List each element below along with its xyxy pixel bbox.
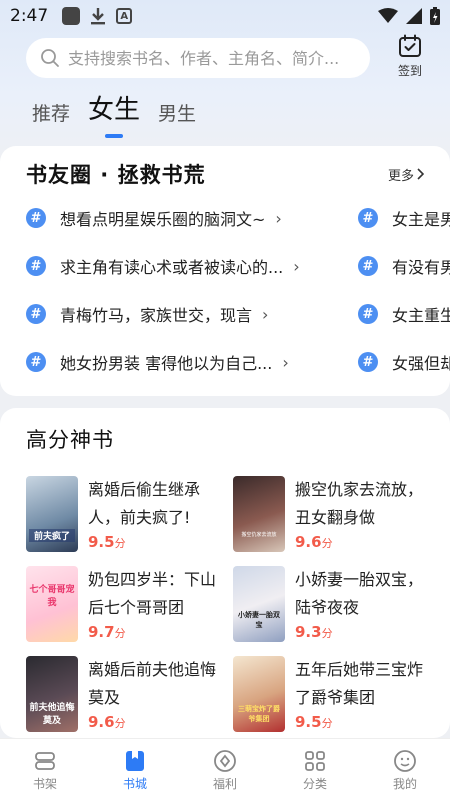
search-bar[interactable] — [26, 38, 370, 78]
topic-text: 想看点明星娱乐圈的脑洞文~ — [60, 210, 266, 229]
bookstore-icon — [126, 751, 144, 771]
book-cover: 前夫他追悔莫及 — [26, 656, 78, 732]
text-app-icon: A — [116, 8, 133, 24]
book-item[interactable]: 三萌宝炸了爵爷集团 五年后她带三宝炸了爵爷集团 9.5分 — [233, 656, 433, 736]
tab-recommend[interactable]: 推荐 — [32, 99, 70, 132]
book-score: 9.3分 — [295, 623, 333, 641]
cover-title-text: 搬空仇家去流放 — [241, 532, 277, 538]
hashtag-icon: # — [358, 208, 378, 228]
nav-bookstore[interactable]: 书城 — [90, 739, 180, 800]
cover-title-text: 前夫疯了 — [29, 529, 75, 542]
cover-title-text: 小娇妻一胎双宝 — [238, 611, 280, 629]
signal-icon — [406, 8, 422, 24]
nav-label: 福利 — [212, 777, 237, 791]
book-cover: 搬空仇家去流放 — [233, 476, 285, 552]
book-item[interactable]: 搬空仇家去流放 搬空仇家去流放，丑女翻身做 9.6分 — [233, 476, 433, 556]
bottom-nav: 书架 书城 福利 分类 我的 — [0, 738, 450, 800]
nav-label: 分类 — [302, 777, 327, 791]
topic-text: 青梅竹马，家族世交，现言 — [60, 306, 253, 325]
book-score: 9.7分 — [88, 623, 126, 641]
topic-text: 有没有男 — [392, 258, 450, 277]
topic-item[interactable]: # 女强但却 — [358, 348, 450, 376]
cover-title-text: 七个哥哥宠我 — [29, 585, 75, 608]
nav-label: 书架 — [32, 777, 57, 791]
more-button[interactable]: 更多 — [388, 165, 424, 184]
book-circle-card: 书友圈 · 拯救书荒 更多 # 想看点明星娱乐圈的脑洞文~ › # 女主是男 #… — [0, 146, 450, 396]
chevron-right-icon: › — [262, 304, 269, 324]
cover-title-text: 三萌宝炸了爵爷集团 — [238, 705, 280, 723]
topic-item[interactable]: # 求主角有读心术或者被读心的... › — [26, 252, 300, 280]
checkin-label: 签到 — [397, 64, 422, 78]
book-title: 奶包四岁半：下山后七个哥哥团 — [88, 570, 217, 617]
cover-title-text: 前夫他追悔莫及 — [29, 703, 75, 726]
topic-text: 女主是男 — [392, 210, 450, 229]
topic-text: 女主重生 — [392, 306, 450, 325]
nav-label: 我的 — [392, 777, 417, 791]
chevron-right-icon: › — [282, 352, 289, 372]
status-time: 2:47 — [10, 6, 49, 26]
status-bar: 2:47 A — [0, 0, 450, 32]
chevron-right-icon: › — [275, 208, 282, 228]
nav-profile[interactable]: 我的 — [360, 739, 450, 800]
book-title: 搬空仇家去流放，丑女翻身做 — [295, 480, 424, 527]
search-icon — [41, 49, 59, 67]
checkin-button[interactable]: 签到 — [390, 34, 430, 80]
tab-female[interactable]: 女生 — [88, 89, 140, 132]
hashtag-icon: # — [26, 304, 46, 324]
book-cover: 七个哥哥宠我 — [26, 566, 78, 642]
hashtag-icon: # — [358, 304, 378, 324]
top-books-title: 高分神书 — [26, 428, 114, 452]
chevron-right-icon: › — [293, 256, 300, 276]
channel-tabs: 推荐 女生 男生 — [32, 92, 196, 132]
book-score: 9.6分 — [88, 713, 126, 731]
hashtag-icon: # — [358, 352, 378, 372]
nav-label: 书城 — [122, 777, 147, 791]
welfare-icon — [214, 750, 236, 772]
book-title: 小娇妻一胎双宝，陆爷夜夜 — [295, 570, 424, 617]
book-cover: 前夫疯了 — [26, 476, 78, 552]
book-title: 离婚后偷生继承人，前夫疯了! — [88, 480, 201, 527]
topic-item[interactable]: # 她女扮男装 害得他以为自己... › — [26, 348, 289, 376]
book-cover: 三萌宝炸了爵爷集团 — [233, 656, 285, 732]
topic-text: 女强但却 — [392, 354, 450, 373]
book-title: 五年后她带三宝炸了爵爷集团 — [295, 660, 424, 707]
topic-text: 她女扮男装 害得他以为自己... — [60, 354, 273, 373]
book-item[interactable]: 前夫他追悔莫及 离婚后前夫他追悔莫及 9.6分 — [26, 656, 226, 736]
topic-item[interactable]: # 青梅竹马，家族世交，现言 › — [26, 300, 268, 328]
topic-item[interactable]: # 有没有男 — [358, 252, 450, 280]
top-books-card: 高分神书 前夫疯了 离婚后偷生继承人，前夫疯了! 9.5分 搬空仇家去流放 搬空… — [0, 408, 450, 738]
topic-item[interactable]: # 想看点明星娱乐圈的脑洞文~ › — [26, 204, 282, 232]
book-item[interactable]: 前夫疯了 离婚后偷生继承人，前夫疯了! 9.5分 — [26, 476, 226, 556]
nav-welfare[interactable]: 福利 — [180, 739, 270, 800]
book-item[interactable]: 小娇妻一胎双宝 小娇妻一胎双宝，陆爷夜夜 9.3分 — [233, 566, 433, 646]
book-cover: 小娇妻一胎双宝 — [233, 566, 285, 642]
nav-category[interactable]: 分类 — [270, 739, 360, 800]
hashtag-icon: # — [26, 208, 46, 228]
hashtag-icon: # — [26, 256, 46, 276]
download-icon — [91, 8, 106, 25]
topic-item[interactable]: # 女主重生 — [358, 300, 450, 328]
battery-icon — [430, 7, 440, 25]
hashtag-icon: # — [358, 256, 378, 276]
notification-app-icon — [62, 7, 81, 25]
book-item[interactable]: 七个哥哥宠我 奶包四岁半：下山后七个哥哥团 9.7分 — [26, 566, 226, 646]
book-score: 9.5分 — [88, 533, 126, 551]
topic-text: 求主角有读心术或者被读心的... — [60, 258, 284, 277]
category-icon — [305, 751, 325, 771]
more-label: 更多 — [387, 168, 414, 184]
book-score: 9.5分 — [295, 713, 333, 731]
book-circle-title: 书友圈 · 拯救书荒 — [26, 163, 206, 187]
book-score: 9.6分 — [295, 533, 333, 551]
chevron-right-icon — [417, 168, 424, 180]
calendar-check-icon — [399, 34, 421, 57]
tab-male[interactable]: 男生 — [158, 99, 196, 132]
wifi-icon — [378, 8, 398, 23]
search-input[interactable] — [68, 48, 358, 68]
profile-icon — [394, 750, 416, 772]
hashtag-icon: # — [26, 352, 46, 372]
bookshelf-icon — [35, 752, 55, 770]
book-title: 离婚后前夫他追悔莫及 — [88, 660, 217, 707]
topic-item[interactable]: # 女主是男 — [358, 204, 450, 232]
nav-bookshelf[interactable]: 书架 — [0, 739, 90, 800]
